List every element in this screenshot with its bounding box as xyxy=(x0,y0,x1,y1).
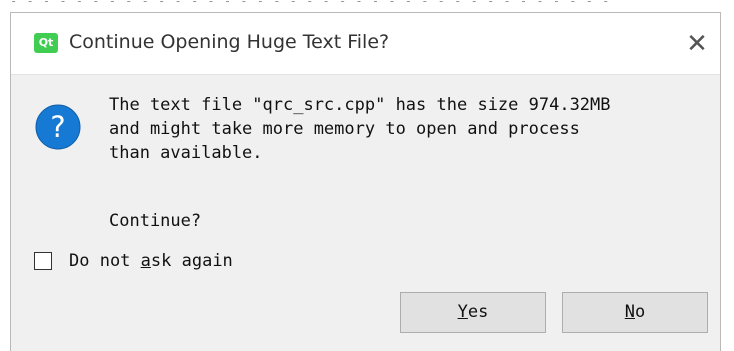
yes-button[interactable]: Yes xyxy=(400,292,546,333)
yes-button-label-rest: es xyxy=(467,302,489,322)
no-button[interactable]: No xyxy=(562,292,708,333)
message-line-1: The text file "qrc_src.cpp" has the size… xyxy=(109,95,611,115)
dialog-title: Continue Opening Huge Text File? xyxy=(69,31,390,53)
title-bar: Qt Continue Opening Huge Text File? ✕ xyxy=(11,13,720,75)
no-button-label-rest: o xyxy=(635,302,646,322)
message-line-2: and might take more memory to open and p… xyxy=(109,119,580,139)
huge-file-dialog: Qt Continue Opening Huge Text File? ✕ ? … xyxy=(10,12,721,351)
question-icon: ? xyxy=(35,104,81,150)
do-not-ask-again-label[interactable]: Do not ask again xyxy=(69,249,233,273)
continue-question: Continue? xyxy=(109,211,202,231)
qt-app-icon-text: Qt xyxy=(38,36,54,49)
do-not-ask-again-checkbox[interactable] xyxy=(34,252,52,270)
close-button[interactable]: ✕ xyxy=(680,27,714,61)
message-text: The text file "qrc_src.cpp" has the size… xyxy=(109,93,611,165)
qt-app-icon: Qt xyxy=(34,33,58,53)
background-window-strip: - - - - - - - - - - - - - - - - - - - - … xyxy=(0,0,734,12)
message-line-3: than available. xyxy=(109,143,263,163)
question-glyph: ? xyxy=(50,110,65,144)
close-icon: ✕ xyxy=(686,29,708,59)
background-text: - - - - - - - - - - - - - - - - - - - - … xyxy=(10,0,611,8)
yes-button-mnemonic: Y xyxy=(457,302,468,322)
no-button-mnemonic: N xyxy=(624,302,635,322)
